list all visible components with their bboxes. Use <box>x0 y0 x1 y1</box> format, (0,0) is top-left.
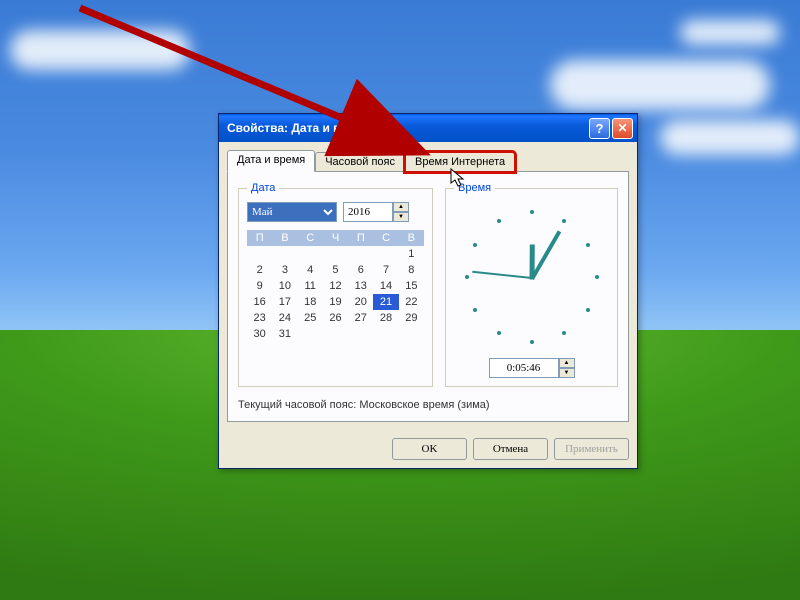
date-group-label: Дата <box>247 182 279 194</box>
weekday-header: В <box>272 230 297 246</box>
cancel-button[interactable]: Отмена <box>473 438 548 460</box>
calendar-day[interactable]: 23 <box>247 310 272 326</box>
calendar-day[interactable]: 30 <box>247 326 272 342</box>
calendar-day <box>373 246 398 262</box>
time-group-label: Время <box>454 182 495 194</box>
calendar-day <box>348 326 373 342</box>
time-group: Время ▲ ▼ <box>445 182 618 387</box>
timezone-text: Текущий часовой пояс: Московское время (… <box>238 399 618 411</box>
weekday-header: С <box>298 230 323 246</box>
calendar-day[interactable]: 19 <box>323 294 348 310</box>
calendar-day[interactable]: 22 <box>399 294 424 310</box>
time-down[interactable]: ▼ <box>559 368 575 378</box>
calendar-day[interactable]: 2 <box>247 262 272 278</box>
year-up[interactable]: ▲ <box>393 202 409 212</box>
calendar-day[interactable]: 7 <box>373 262 398 278</box>
year-down[interactable]: ▼ <box>393 212 409 222</box>
calendar-day[interactable]: 1 <box>399 246 424 262</box>
tab-date-time[interactable]: Дата и время <box>227 150 315 172</box>
weekday-header: П <box>247 230 272 246</box>
calendar-day[interactable]: 12 <box>323 278 348 294</box>
calendar-day <box>247 246 272 262</box>
calendar-day[interactable]: 18 <box>298 294 323 310</box>
help-button[interactable]: ? <box>589 118 610 139</box>
calendar-day[interactable]: 4 <box>298 262 323 278</box>
tab-timezone[interactable]: Часовой пояс <box>315 152 405 172</box>
time-input[interactable] <box>489 358 559 378</box>
calendar-day[interactable]: 5 <box>323 262 348 278</box>
calendar[interactable]: ПВСЧПСВ 12345678910111213141516171819202… <box>247 230 424 342</box>
calendar-day[interactable]: 15 <box>399 278 424 294</box>
year-input[interactable] <box>343 202 393 222</box>
calendar-day <box>323 246 348 262</box>
calendar-day[interactable]: 10 <box>272 278 297 294</box>
date-time-properties-dialog: Свойства: Дата и время ? ✕ Дата и время … <box>218 113 638 469</box>
calendar-day <box>298 326 323 342</box>
calendar-day[interactable]: 8 <box>399 262 424 278</box>
calendar-day <box>348 246 373 262</box>
calendar-day <box>272 246 297 262</box>
calendar-day[interactable]: 3 <box>272 262 297 278</box>
calendar-day[interactable]: 28 <box>373 310 398 326</box>
month-select[interactable]: Май <box>247 202 337 222</box>
calendar-day[interactable]: 31 <box>272 326 297 342</box>
calendar-day <box>323 326 348 342</box>
window-title: Свойства: Дата и время <box>227 121 587 135</box>
close-button[interactable]: ✕ <box>612 118 633 139</box>
calendar-day[interactable]: 20 <box>348 294 373 310</box>
weekday-header: П <box>348 230 373 246</box>
tab-strip: Дата и время Часовой пояс Время Интернет… <box>219 142 637 172</box>
ok-button[interactable]: OK <box>392 438 467 460</box>
calendar-day[interactable]: 24 <box>272 310 297 326</box>
calendar-day[interactable]: 6 <box>348 262 373 278</box>
calendar-day[interactable]: 25 <box>298 310 323 326</box>
weekday-header: В <box>399 230 424 246</box>
weekday-header: С <box>373 230 398 246</box>
date-group: Дата Май ▲ ▼ ПВСЧПСВ 123456789 <box>238 182 433 387</box>
analog-clock <box>457 202 607 352</box>
calendar-day <box>298 246 323 262</box>
calendar-day[interactable]: 9 <box>247 278 272 294</box>
calendar-day[interactable]: 17 <box>272 294 297 310</box>
calendar-day[interactable]: 27 <box>348 310 373 326</box>
titlebar[interactable]: Свойства: Дата и время ? ✕ <box>219 114 637 142</box>
calendar-day[interactable]: 11 <box>298 278 323 294</box>
time-up[interactable]: ▲ <box>559 358 575 368</box>
tab-panel: Дата Май ▲ ▼ ПВСЧПСВ 123456789 <box>227 171 629 422</box>
calendar-day[interactable]: 29 <box>399 310 424 326</box>
calendar-day[interactable]: 16 <box>247 294 272 310</box>
apply-button[interactable]: Применить <box>554 438 629 460</box>
calendar-day[interactable]: 21 <box>373 294 398 310</box>
weekday-header: Ч <box>323 230 348 246</box>
calendar-day <box>373 326 398 342</box>
calendar-day[interactable]: 13 <box>348 278 373 294</box>
calendar-day <box>399 326 424 342</box>
calendar-day[interactable]: 14 <box>373 278 398 294</box>
tab-internet-time[interactable]: Время Интернета <box>405 152 515 172</box>
calendar-day[interactable]: 26 <box>323 310 348 326</box>
